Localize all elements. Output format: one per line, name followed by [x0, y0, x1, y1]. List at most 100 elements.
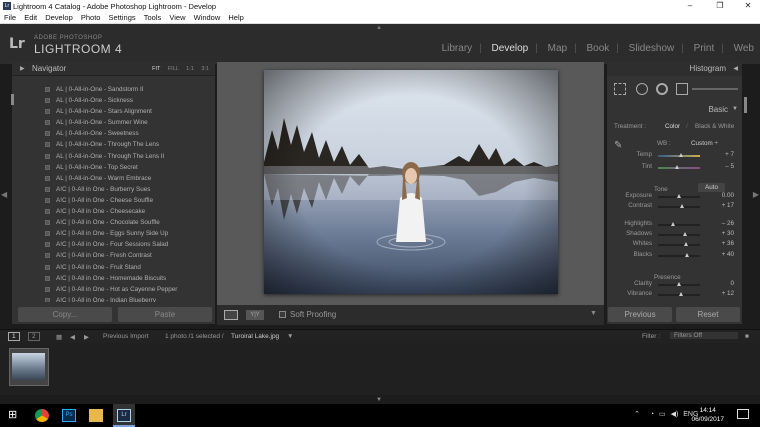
- module-map[interactable]: Map: [548, 43, 567, 54]
- navigator-header[interactable]: ▶ Navigator FIT FILL 1:1 3:1: [12, 62, 215, 76]
- lock-icon[interactable]: ■: [745, 333, 749, 340]
- slider-thumb-blacks[interactable]: [684, 253, 689, 257]
- slider-thumb-exposure[interactable]: [676, 194, 681, 198]
- preset-item[interactable]: A!C | 0-All in One - Chocolate Souffle: [18, 217, 211, 228]
- copy-button[interactable]: Copy...: [18, 307, 112, 322]
- slider-value-clarity[interactable]: 0: [712, 280, 734, 287]
- slider-thumb-vibrance[interactable]: [679, 292, 684, 296]
- chrome-icon[interactable]: [35, 409, 49, 422]
- slider-track-shadows[interactable]: [658, 234, 700, 236]
- preset-item[interactable]: AL | 0-All-in-One - Warm Embrace: [18, 173, 211, 184]
- previous-button[interactable]: Previous: [608, 307, 672, 322]
- volume-icon[interactable]: ◀): [671, 411, 679, 418]
- zoom-3-1[interactable]: 3:1: [201, 66, 209, 72]
- preset-item[interactable]: A!C | 0-All in One - Hot as Cayenne Pepp…: [18, 284, 211, 295]
- preset-item[interactable]: AL | 0-All-in-One - Summer Wine: [18, 117, 211, 128]
- wb-preset[interactable]: Custom ÷: [691, 140, 718, 147]
- menu-settings[interactable]: Settings: [109, 12, 136, 24]
- menu-view[interactable]: View: [169, 12, 185, 24]
- slider-value-shadows[interactable]: + 30: [712, 230, 734, 237]
- basic-header[interactable]: Basic ▼: [607, 104, 742, 116]
- maximize-button[interactable]: ❐: [710, 0, 730, 12]
- preset-item[interactable]: AL | 0-All-in-One - Sickness: [18, 95, 211, 106]
- histogram-collapse-icon[interactable]: ◀: [733, 65, 738, 72]
- top-panel-toggle-icon[interactable]: ▲: [376, 25, 382, 31]
- slider-thumb-clarity[interactable]: [676, 282, 681, 286]
- treatment-bw[interactable]: Black & White: [695, 123, 734, 130]
- file-explorer-icon[interactable]: [89, 409, 103, 422]
- preset-item[interactable]: AL | 0-All-in-One - Through The Lens II: [18, 151, 211, 162]
- right-panel-scrollbar[interactable]: [744, 97, 747, 113]
- loupe-view-icon[interactable]: [224, 310, 238, 320]
- module-book[interactable]: Book: [586, 43, 609, 54]
- red-eye-icon[interactable]: [656, 83, 668, 95]
- slider-value-contrast[interactable]: + 17: [712, 202, 734, 209]
- battery-icon[interactable]: ▭: [659, 411, 666, 418]
- close-button[interactable]: ✕: [738, 0, 758, 12]
- slider-thumb-whites[interactable]: [684, 242, 689, 246]
- source-label[interactable]: Previous Import: [103, 333, 149, 340]
- reset-button[interactable]: Reset: [676, 307, 740, 322]
- paste-button[interactable]: Paste: [118, 307, 212, 322]
- menu-window[interactable]: Window: [194, 12, 221, 24]
- module-develop[interactable]: Develop: [492, 43, 529, 54]
- preset-item[interactable]: A!C | 0-All in One - Burberry Sues: [18, 184, 211, 195]
- slider-track-whites[interactable]: [658, 244, 700, 246]
- preset-item[interactable]: A!C | 0-All in One - Eggs Sunny Side Up: [18, 228, 211, 239]
- thumbnail-image[interactable]: [12, 353, 45, 380]
- zoom-fit[interactable]: FIT: [152, 66, 160, 72]
- slider-thumb-tint[interactable]: [675, 165, 680, 169]
- slider-thumb-contrast[interactable]: [679, 204, 684, 208]
- slider-value-exposure[interactable]: 0.00: [712, 192, 734, 199]
- preset-item[interactable]: AL | 0-All-in-One - Through The Lens: [18, 139, 211, 150]
- grid-view-icon[interactable]: ▦: [56, 333, 62, 341]
- menu-help[interactable]: Help: [228, 12, 243, 24]
- graduated-filter-icon[interactable]: [676, 83, 688, 95]
- module-web[interactable]: Web: [734, 43, 754, 54]
- minimize-button[interactable]: –: [680, 0, 700, 12]
- view-1-button[interactable]: 1: [8, 332, 20, 341]
- slider-value-blacks[interactable]: + 40: [712, 251, 734, 258]
- histogram-header[interactable]: Histogram ◀: [607, 62, 742, 76]
- auto-tone-button[interactable]: Auto: [698, 183, 725, 192]
- filter-select[interactable]: Filters Off: [670, 332, 738, 339]
- soft-proofing-checkbox[interactable]: [279, 311, 286, 318]
- module-library[interactable]: Library: [442, 43, 473, 54]
- menu-tools[interactable]: Tools: [144, 12, 162, 24]
- slider-thumb-temp[interactable]: [678, 153, 683, 157]
- slider-value-temp[interactable]: + 7: [712, 151, 734, 158]
- slider-thumb-highlights[interactable]: [671, 222, 676, 226]
- preset-item[interactable]: A!C | 0-All in One - Cheese Souffle: [18, 195, 211, 206]
- clock[interactable]: 14:14 06/09/2017: [691, 406, 724, 424]
- right-panel-toggle-icon[interactable]: ▶: [753, 190, 759, 199]
- slider-value-highlights[interactable]: – 26: [712, 220, 734, 227]
- treatment-color[interactable]: Color: [665, 123, 680, 130]
- preset-item[interactable]: AL | 0-All-in-One - Sweetness: [18, 128, 211, 139]
- preset-item[interactable]: A!C | 0-All in One - Homemade Biscuits: [18, 273, 211, 284]
- zoom-1-1[interactable]: 1:1: [186, 66, 194, 72]
- slider-value-tint[interactable]: – 5: [712, 163, 734, 170]
- forward-arrow-icon[interactable]: ▶: [84, 333, 89, 341]
- filename[interactable]: Turoiral Lake.jpg: [231, 333, 279, 340]
- tray-up-icon[interactable]: ⌃: [634, 411, 640, 418]
- preset-item[interactable]: AL | 0-All-in-One - Sandstorm II: [18, 84, 211, 95]
- filmstrip-toggle-icon[interactable]: ▼: [376, 397, 382, 403]
- preset-item[interactable]: A!C | 0-All in One - Cheesecake: [18, 206, 211, 217]
- slider-value-vibrance[interactable]: + 12: [712, 290, 734, 297]
- network-icon[interactable]: ◔: [650, 411, 654, 418]
- main-photo[interactable]: [264, 70, 558, 294]
- toolbar-menu-icon[interactable]: ▼: [590, 310, 597, 317]
- view-2-button[interactable]: 2: [28, 332, 40, 341]
- slider-thumb-shadows[interactable]: [682, 232, 687, 236]
- module-print[interactable]: Print: [694, 43, 715, 54]
- notifications-icon[interactable]: [737, 409, 749, 419]
- menu-file[interactable]: File: [4, 12, 16, 24]
- slider-track-blacks[interactable]: [658, 255, 700, 257]
- preset-item[interactable]: A!C | 0-All in One - Fruit Stand: [18, 262, 211, 273]
- crop-tool-icon[interactable]: [614, 83, 626, 95]
- basic-collapse-icon[interactable]: ▼: [732, 106, 738, 112]
- before-after-button[interactable]: Y|Y: [246, 310, 264, 320]
- preset-item[interactable]: AL | 0-All-in-One - Stars Alignment: [18, 106, 211, 117]
- preset-item[interactable]: A!C | 0-All in One - Indian Blueberry: [18, 295, 211, 302]
- slider-value-whites[interactable]: + 36: [712, 240, 734, 247]
